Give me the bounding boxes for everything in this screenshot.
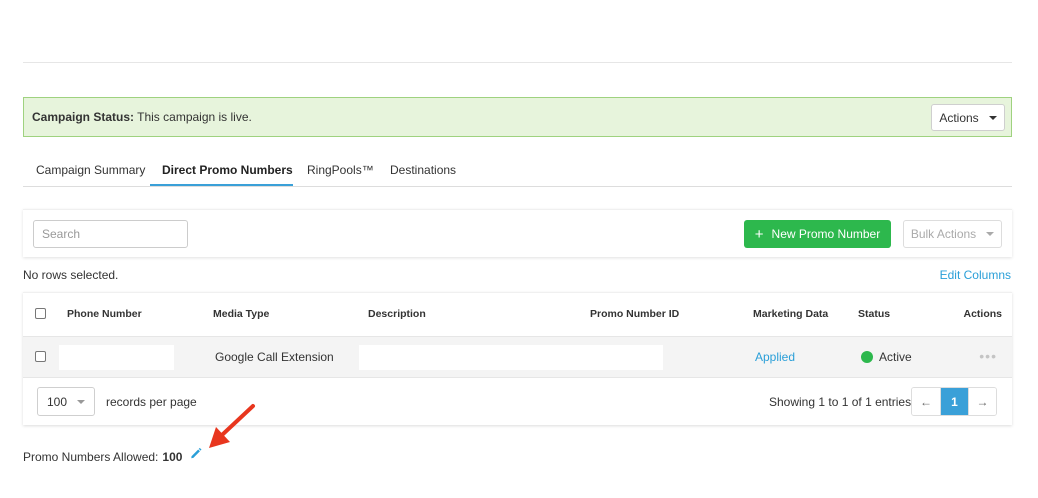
actions-button-label: Actions: [939, 110, 979, 125]
showing-entries-text: Showing 1 to 1 of 1 entries: [769, 395, 912, 409]
actions-dropdown-button[interactable]: Actions: [931, 104, 1005, 131]
pencil-icon[interactable]: [189, 446, 203, 460]
tab-ringpools[interactable]: RingPools™: [307, 163, 374, 177]
tab-direct-promo-numbers[interactable]: Direct Promo Numbers: [162, 163, 293, 177]
header-phone-number[interactable]: Phone Number: [67, 308, 142, 320]
table-header: Phone Number Media Type Description Prom…: [23, 293, 1012, 337]
campaign-status-text: Campaign Status: This campaign is live.: [32, 110, 252, 124]
header-status[interactable]: Status: [858, 308, 890, 320]
search-input[interactable]: [33, 220, 188, 248]
bulk-actions-label: Bulk Actions: [910, 227, 977, 241]
table-row[interactable]: Google Call Extension Applied Active •••: [23, 337, 1012, 378]
caret-down-icon: [77, 399, 86, 404]
rows-selected-text: No rows selected.: [23, 268, 119, 282]
marketing-data-link[interactable]: Applied: [755, 350, 795, 364]
pagination: ← 1 →: [911, 387, 997, 416]
phone-number-cell: [59, 345, 174, 370]
promo-numbers-allowed-value: 100: [162, 450, 183, 464]
row-checkbox[interactable]: [35, 351, 46, 362]
header-actions: Actions: [963, 308, 1002, 320]
header-media-type[interactable]: Media Type: [213, 308, 269, 320]
top-divider: [23, 62, 1012, 63]
records-per-page-label: records per page: [106, 395, 197, 409]
select-all-checkbox[interactable]: [35, 308, 46, 319]
prev-page-button[interactable]: ←: [912, 388, 940, 415]
promo-numbers-allowed: Promo Numbers Allowed: 100: [23, 450, 183, 464]
annotation-arrow-icon: [209, 404, 255, 448]
active-tab-indicator: [150, 184, 293, 186]
promo-numbers-table: Phone Number Media Type Description Prom…: [23, 292, 1012, 425]
records-per-page-value: 100: [46, 394, 68, 409]
ellipsis-icon[interactable]: •••: [979, 348, 997, 364]
tab-destinations[interactable]: Destinations: [390, 163, 456, 177]
header-description[interactable]: Description: [368, 308, 426, 320]
status-cell: Active: [861, 350, 912, 364]
status-dot-icon: [861, 351, 873, 363]
header-marketing-data[interactable]: Marketing Data: [753, 308, 828, 320]
description-cell: [359, 345, 663, 370]
table-footer: 100 records per page Showing 1 to 1 of 1…: [23, 378, 1012, 426]
caret-down-icon: [988, 115, 997, 120]
edit-columns-link[interactable]: Edit Columns: [940, 268, 1011, 282]
bulk-actions-button[interactable]: Bulk Actions: [903, 220, 1002, 248]
status-label: Active: [879, 350, 912, 364]
caret-down-icon: [986, 232, 995, 236]
records-per-page-select[interactable]: 100: [37, 387, 95, 416]
next-page-button[interactable]: →: [968, 388, 996, 415]
new-promo-number-label: New Promo Number: [771, 227, 881, 241]
campaign-tabs: Campaign Summary Direct Promo Numbers Ri…: [23, 157, 1012, 187]
page-1-button[interactable]: 1: [940, 388, 968, 415]
media-type-cell: Google Call Extension: [215, 350, 334, 364]
table-toolbar: + New Promo Number Bulk Actions: [23, 209, 1012, 257]
plus-icon: +: [754, 225, 764, 243]
new-promo-number-button[interactable]: + New Promo Number: [744, 220, 891, 248]
header-promo-number-id[interactable]: Promo Number ID: [590, 308, 679, 320]
tab-campaign-summary[interactable]: Campaign Summary: [36, 163, 145, 177]
campaign-status-bar: Campaign Status: This campaign is live. …: [23, 97, 1012, 137]
